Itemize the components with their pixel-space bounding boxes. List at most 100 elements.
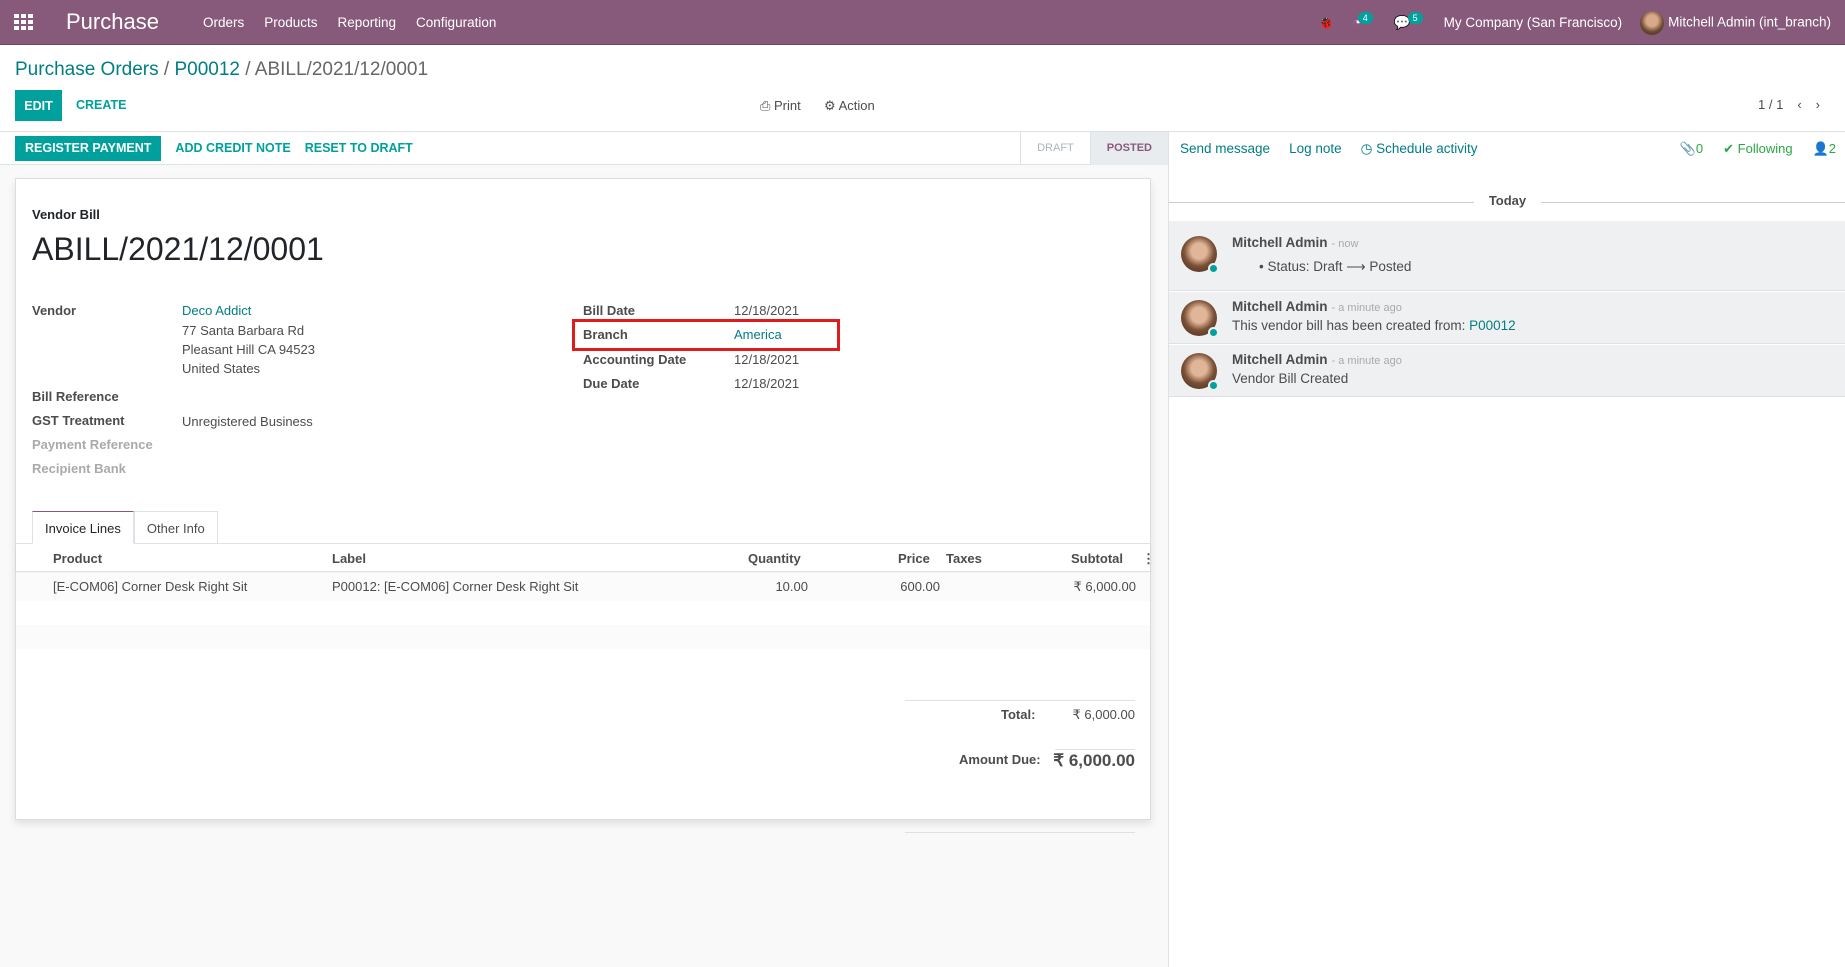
table-row[interactable]: [E-COM06] Corner Desk Right Sit P00012: … — [16, 573, 1150, 601]
tab-other-info[interactable]: Other Info — [133, 511, 218, 544]
date-separator: Today — [1169, 193, 1845, 208]
cell-product: [E-COM06] Corner Desk Right Sit — [53, 579, 248, 594]
message-item: Mitchell Admin - a minute ago This vendor… — [1169, 292, 1845, 344]
register-payment-button[interactable]: Register Payment — [15, 135, 162, 161]
attachments-count: 0 — [1695, 141, 1704, 156]
accounting-date-value: 12/18/2021 — [734, 352, 800, 367]
breadcrumb-purchase-orders[interactable]: Purchase Orders — [15, 59, 159, 80]
col-price[interactable]: Price — [898, 551, 930, 566]
action-label: Action — [838, 98, 875, 113]
status-bar: Register Payment Add Credit Note Reset t… — [0, 132, 1168, 165]
paperclip-icon: 📎 — [1679, 141, 1696, 156]
totals-top-divider — [905, 700, 1135, 701]
totals-divider — [905, 832, 1135, 833]
form-sheet: Vendor Bill ABILL/2021/12/0001 Vendor De… — [15, 178, 1155, 833]
optional-columns-icon[interactable]: ⋮ — [1142, 551, 1155, 567]
author-avatar[interactable] — [1181, 300, 1219, 338]
lines-table-header: Product Label Quantity Price Taxes Subto… — [16, 544, 1155, 572]
col-quantity[interactable]: Quantity — [748, 551, 801, 566]
printer-icon: ⎙ — [760, 98, 775, 113]
source-document-link[interactable]: P00012 — [1469, 318, 1516, 333]
col-product[interactable]: Product — [53, 551, 102, 566]
online-status-icon — [1208, 380, 1219, 391]
pager-next-icon[interactable]: › — [1816, 97, 1820, 112]
tab-invoice-lines[interactable]: Invoice Lines — [32, 511, 134, 544]
author-avatar[interactable] — [1181, 353, 1219, 391]
vendor-label: Vendor — [32, 303, 77, 318]
breadcrumb-current: ABILL/2021/12/0001 — [254, 59, 429, 80]
vendor-address-line3: United States — [182, 361, 261, 376]
cell-label: P00012: [E-COM06] Corner Desk Right Sit — [332, 579, 579, 594]
schedule-activity-button[interactable]: ◷ Schedule activity — [1361, 141, 1478, 157]
reset-to-draft-button[interactable]: Reset to Draft — [305, 141, 413, 155]
breadcrumb: Purchase Orders / P00012 / ABILL/2021/12… — [15, 59, 428, 81]
log-note-button[interactable]: Log note — [1289, 141, 1342, 156]
company-switcher[interactable]: My Company (San Francisco) — [1444, 15, 1623, 30]
breadcrumb-p00012[interactable]: P00012 — [174, 59, 240, 80]
cell-quantity: 10.00 — [775, 579, 808, 594]
vendor-link[interactable]: Deco Addict — [182, 301, 251, 321]
message-time: - now — [1331, 238, 1359, 250]
activity-button[interactable]: ◔ 4 — [1353, 12, 1376, 30]
notebook-tabs: Invoice Lines Other Info — [32, 511, 218, 544]
message-body: Vendor Bill Created — [1232, 371, 1349, 386]
attachments-button[interactable]: 📎0 — [1680, 141, 1703, 157]
gst-treatment-label: GST Treatment — [32, 413, 125, 428]
accounting-date-label: Accounting Date — [583, 352, 687, 367]
clock-icon: ◷ — [1360, 140, 1377, 156]
total-value: ₹ 6,000.00 — [1072, 707, 1136, 722]
author-avatar[interactable] — [1181, 236, 1219, 274]
followers-count: 2 — [1828, 141, 1836, 156]
cell-subtotal: ₹ 6,000.00 — [1073, 579, 1137, 594]
vendor-address-line2: Pleasant Hill CA 94523 — [182, 342, 315, 357]
col-taxes[interactable]: Taxes — [946, 551, 982, 566]
print-label: Print — [774, 98, 801, 113]
message-author[interactable]: Mitchell Admin — [1232, 235, 1328, 250]
edit-button[interactable]: Edit — [15, 90, 62, 121]
document-title: ABILL/2021/12/0001 — [32, 231, 324, 267]
message-text: This vendor bill has been created from: — [1232, 318, 1470, 333]
message-body: This vendor bill has been created from: … — [1232, 318, 1516, 333]
tracking-value: Status: Draft ⟶ Posted — [1267, 259, 1412, 274]
create-button[interactable]: Create — [76, 98, 126, 112]
menu-orders[interactable]: Orders — [203, 15, 244, 30]
menu-reporting[interactable]: Reporting — [338, 15, 397, 30]
message-author[interactable]: Mitchell Admin — [1232, 352, 1328, 367]
app-name[interactable]: Purchase — [66, 9, 159, 35]
control-panel: Purchase Orders / P00012 / ABILL/2021/12… — [0, 45, 1845, 132]
amount-due-label: Amount Due: — [959, 752, 1041, 767]
user-menu[interactable]: Mitchell Admin (int_branch) — [1640, 10, 1831, 35]
message-header: Mitchell Admin - now — [1232, 235, 1358, 250]
pager-previous-icon[interactable]: ‹ — [1797, 97, 1801, 112]
col-subtotal[interactable]: Subtotal — [1071, 551, 1123, 566]
followers-button[interactable]: 👤2 — [1813, 141, 1836, 157]
vendor-address-line1: 77 Santa Barbara Rd — [182, 323, 305, 338]
user-avatar — [1640, 10, 1665, 35]
pager-value[interactable]: 1 / 1 — [1758, 97, 1783, 112]
apps-menu-icon[interactable] — [14, 14, 36, 30]
message-author[interactable]: Mitchell Admin — [1232, 299, 1328, 314]
menu-configuration[interactable]: Configuration — [416, 15, 496, 30]
debug-bug-icon[interactable]: 🐞 — [1318, 15, 1335, 31]
message-time: - a minute ago — [1331, 355, 1402, 367]
breadcrumb-separator: / — [163, 59, 170, 80]
form-view: Register Payment Add Credit Note Reset t… — [0, 132, 1168, 967]
send-message-button[interactable]: Send message — [1180, 141, 1270, 156]
message-header: Mitchell Admin - a minute ago — [1232, 352, 1402, 367]
following-label: Following — [1737, 141, 1793, 156]
col-label[interactable]: Label — [332, 551, 366, 566]
messages-button[interactable]: 💬 5 — [1394, 11, 1426, 31]
message-time: - a minute ago — [1331, 302, 1402, 314]
menu-products[interactable]: Products — [264, 15, 317, 30]
pager: 1 / 1 ‹ › — [1758, 97, 1820, 112]
add-credit-note-button[interactable]: Add Credit Note — [175, 141, 290, 155]
stage-draft: Draft — [1020, 132, 1090, 165]
branch-label: Branch — [583, 327, 628, 342]
following-button[interactable]: ✔ Following — [1723, 141, 1792, 157]
user-name: Mitchell Admin (int_branch) — [1668, 14, 1831, 30]
action-button[interactable]: ⚙ Action — [824, 98, 875, 114]
branch-link[interactable]: America — [734, 325, 782, 345]
document-type: Vendor Bill — [32, 207, 100, 222]
activity-count-badge: 4 — [1357, 12, 1373, 24]
print-button[interactable]: ⎙ Print — [760, 98, 801, 114]
